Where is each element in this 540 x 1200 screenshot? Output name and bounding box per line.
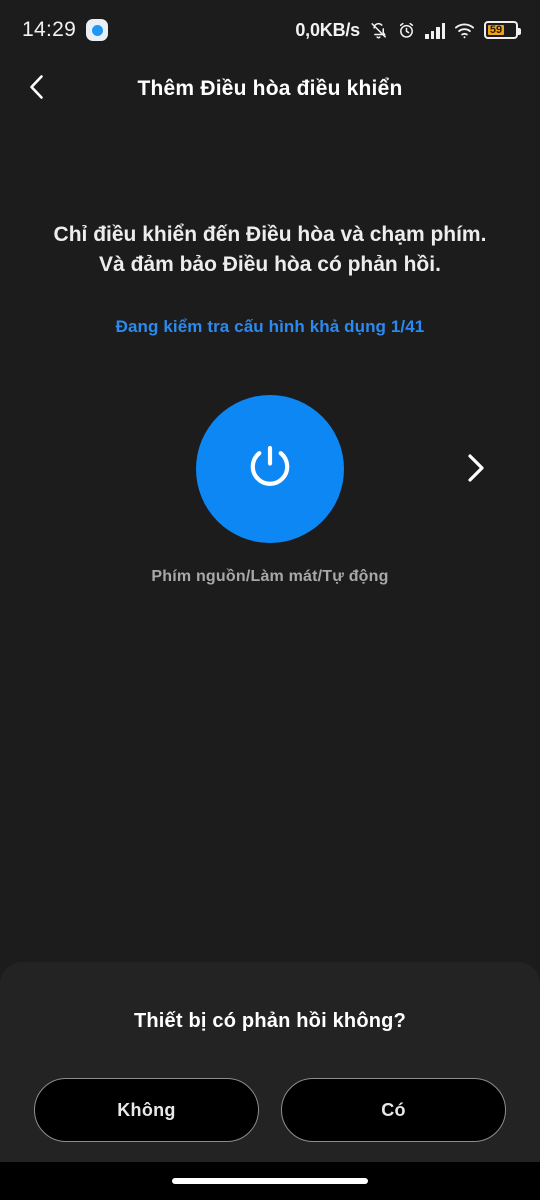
main-content: Chỉ điều khiển đến Điều hòa và chạm phím… <box>0 118 540 962</box>
prompt-actions: Không Có <box>34 1078 506 1142</box>
alarm-clock-icon <box>397 21 416 40</box>
signal-bars-icon <box>425 22 445 39</box>
system-nav-bar <box>0 1162 540 1200</box>
status-bar-right: 0,0KB/s 59 <box>295 19 521 41</box>
wifi-icon <box>454 22 475 39</box>
back-button[interactable] <box>8 60 66 118</box>
power-icon <box>239 436 301 501</box>
test-key-area: Phím nguồn/Làm mát/Tự động <box>0 394 540 586</box>
battery-percent-label: 59 <box>489 23 503 36</box>
answer-no-button[interactable]: Không <box>34 1078 259 1142</box>
power-test-button[interactable] <box>196 394 344 543</box>
status-bar-clock: 14:29 <box>22 18 77 41</box>
instruction-text: Chỉ điều khiển đến Điều hòa và chạm phím… <box>30 220 511 281</box>
prompt-question: Thiết bị có phản hồi không? <box>133 1010 407 1032</box>
home-indicator[interactable] <box>172 1178 368 1184</box>
status-bar-left: 14:29 <box>22 18 109 42</box>
power-button-caption: Phím nguồn/Làm mát/Tự động <box>151 567 389 585</box>
instruction-line-2: Và đảm bảo Điều hòa có phản hồi. <box>99 253 441 277</box>
chevron-right-icon <box>461 451 489 490</box>
next-key-button[interactable] <box>452 448 498 494</box>
instruction-line-1: Chỉ điều khiển đến Điều hòa và chạm phím… <box>53 223 487 246</box>
page-title: Thêm Điều hòa điều khiển <box>137 77 403 100</box>
response-prompt-sheet: Thiết bị có phản hồi không? Không Có <box>0 962 540 1162</box>
network-speed-label: 0,0KB/s <box>295 19 360 40</box>
battery-icon: 59 <box>484 21 521 39</box>
chevron-left-icon <box>24 72 50 107</box>
progress-status-text: Đang kiểm tra cấu hình khả dụng 1/41 <box>115 316 425 336</box>
phone-screen: 14:29 0,0KB/s 59 Thêm Điều hòa điều khiể… <box>0 0 540 1200</box>
status-bar: 14:29 0,0KB/s 59 <box>0 0 540 60</box>
app-bar: Thêm Điều hòa điều khiển <box>0 60 540 118</box>
answer-yes-button[interactable]: Có <box>281 1078 506 1142</box>
bell-muted-icon <box>369 21 388 40</box>
messenger-badge-icon <box>86 19 109 41</box>
